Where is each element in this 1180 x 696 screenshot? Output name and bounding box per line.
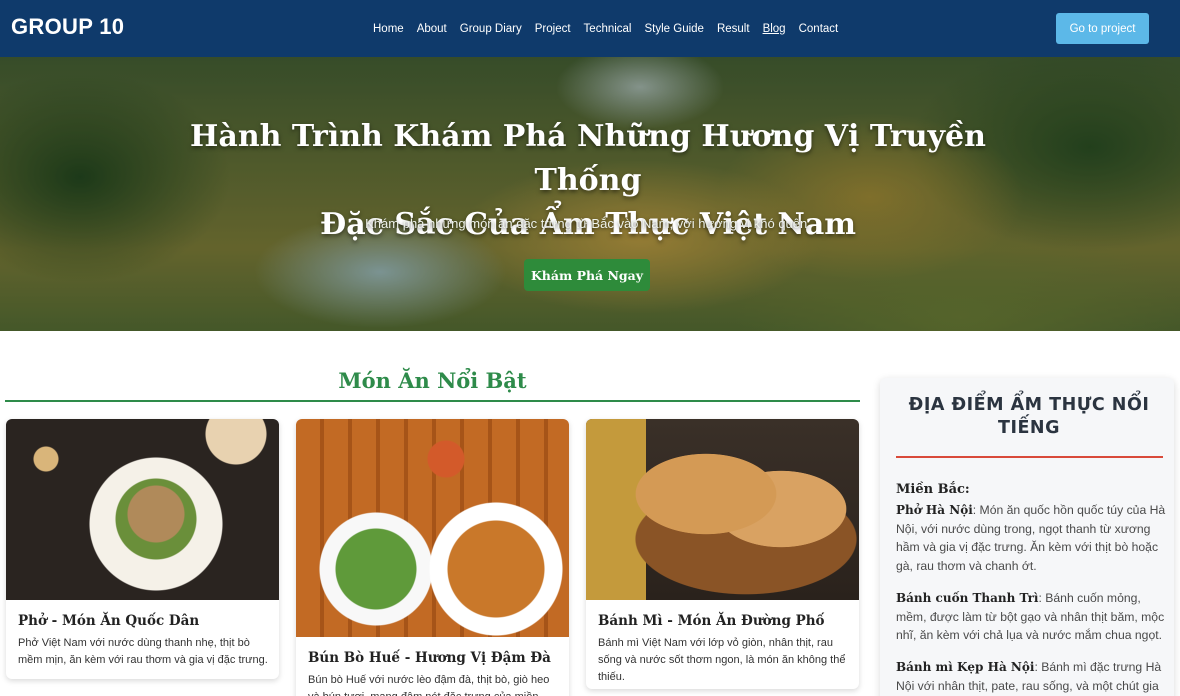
nav-link-style-guide[interactable]: Style Guide (645, 23, 704, 35)
dish-card-bun-bo-hue[interactable]: Bún Bò Huế - Hương Vị Đậm Đà Bún bò Huế … (296, 419, 569, 696)
card-description: Phở Việt Nam với nước dùng thanh nhẹ, th… (18, 637, 268, 666)
card-description: Bún bò Huế với nước lèo đậm đà, thịt bò,… (308, 674, 550, 696)
nav-link-blog[interactable]: Blog (763, 23, 786, 35)
navbar: GROUP 10 Home About Group Diary Project … (0, 0, 1180, 57)
sidebar-title: ĐỊA ĐIỂM ẨM THỰC NỔI TIẾNG (908, 395, 1150, 438)
hero-title-line-1: Hành Trình Khám Phá Những Hương Vị Truyề… (190, 119, 986, 198)
food-locations-sidebar: ĐỊA ĐIỂM ẨM THỰC NỔI TIẾNG Miền Bắc: Phở… (880, 378, 1174, 696)
banh-mi-image (586, 419, 859, 600)
explore-now-button[interactable]: Khám Phá Ngay (524, 259, 650, 291)
page: GROUP 10 Home About Group Diary Project … (0, 0, 1180, 696)
card-title: Bún Bò Huế - Hương Vị Đậm Đà (308, 650, 551, 666)
location-item: Bánh mì Kẹp Hà Nội: Bánh mì đặc trưng Hà… (896, 658, 1166, 696)
brand-logo[interactable]: GROUP 10 (11, 14, 124, 40)
pho-image (6, 419, 279, 600)
nav-links: Home About Group Diary Project Technical… (373, 0, 838, 57)
nav-link-project[interactable]: Project (535, 23, 571, 35)
nav-link-contact[interactable]: Contact (799, 23, 839, 35)
featured-section-title: Món Ăn Nổi Bật (338, 368, 527, 393)
bun-bo-hue-image (296, 419, 569, 637)
go-to-project-button[interactable]: Go to project (1056, 13, 1149, 44)
card-title: Phở - Món Ăn Quốc Dân (18, 613, 200, 629)
section-divider (5, 400, 860, 402)
nav-link-group-diary[interactable]: Group Diary (460, 23, 522, 35)
dish-card-pho[interactable]: Phở - Món Ăn Quốc Dân Phở Việt Nam với n… (6, 419, 279, 679)
location-item: Phở Hà Nội: Món ăn quốc hồn quốc túy của… (896, 501, 1166, 575)
region-heading: Miền Bắc: (896, 482, 970, 497)
location-item: Bánh cuốn Thanh Trì: Bánh cuốn mỏng, mềm… (896, 589, 1166, 645)
location-name: Bánh cuốn Thanh Trì (896, 591, 1039, 605)
card-description: Bánh mì Việt Nam với lớp vỏ giòn, nhân t… (598, 637, 846, 683)
card-title: Bánh Mì - Món Ăn Đường Phố (598, 613, 825, 629)
location-name: Bánh mì Kẹp Hà Nội (896, 660, 1035, 674)
hero-subtitle: Khám phá những món ăn đặc trưng từ Bắc v… (365, 216, 811, 231)
hero-banner: Hành Trình Khám Phá Những Hương Vị Truyề… (0, 57, 1180, 331)
nav-link-about[interactable]: About (417, 23, 447, 35)
dish-card-banh-mi[interactable]: Bánh Mì - Món Ăn Đường Phố Bánh mì Việt … (586, 419, 859, 689)
sidebar-divider (896, 456, 1163, 458)
nav-link-result[interactable]: Result (717, 23, 750, 35)
nav-link-technical[interactable]: Technical (584, 23, 632, 35)
location-name: Phở Hà Nội (896, 503, 973, 517)
nav-link-home[interactable]: Home (373, 23, 404, 35)
hero-content: Hành Trình Khám Phá Những Hương Vị Truyề… (0, 57, 1180, 331)
